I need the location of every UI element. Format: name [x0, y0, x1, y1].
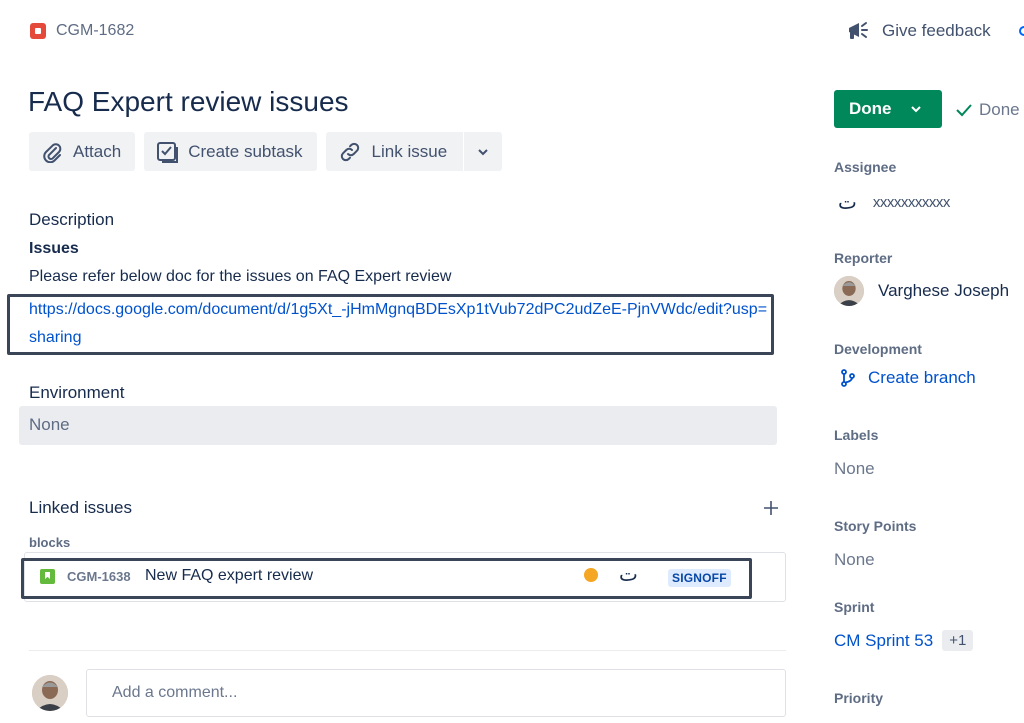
issue-toolbar: Attach Create subtask Link issue	[29, 132, 503, 171]
attach-button[interactable]: Attach	[29, 132, 136, 171]
create-branch-label: Create branch	[868, 368, 976, 387]
give-feedback-label: Give feedback	[882, 21, 991, 40]
plus-icon[interactable]	[763, 500, 779, 516]
link-issue-button-group: Link issue	[325, 132, 503, 171]
chevron-down-icon	[910, 106, 921, 113]
create-subtask-label: Create subtask	[188, 141, 303, 161]
sprint-field: CM Sprint 53 +1	[834, 630, 974, 651]
paperclip-icon	[43, 142, 62, 163]
description-heading[interactable]: Issues	[29, 240, 79, 258]
subtask-icon	[157, 141, 179, 163]
status-label: Done	[849, 99, 892, 118]
avatar: ت	[838, 190, 857, 214]
give-feedback-button[interactable]: Give feedback	[846, 20, 991, 42]
page-title[interactable]: FAQ Expert review issues	[28, 86, 349, 118]
check-icon	[956, 104, 972, 117]
divider	[29, 650, 786, 651]
bug-icon	[30, 23, 46, 39]
priority-label: Priority	[834, 690, 884, 706]
chevron-down-icon	[478, 148, 488, 155]
linked-issues-label: Linked issues	[29, 498, 133, 517]
assignee-field[interactable]: ت xxxxxxxxxxx	[838, 190, 950, 214]
story-points-field[interactable]: None	[834, 550, 875, 570]
avatar	[834, 276, 864, 306]
highlight-box	[21, 558, 752, 599]
description-link[interactable]: https://docs.google.com/document/d/1g5Xt…	[29, 296, 769, 352]
labels-field[interactable]: None	[834, 459, 875, 479]
more-actions-button[interactable]	[464, 132, 502, 171]
breadcrumb: CGM-1682	[30, 22, 134, 40]
link-icon	[340, 142, 359, 161]
sprint-label: Sprint	[834, 599, 875, 615]
link-issue-button[interactable]: Link issue	[338, 141, 464, 163]
megaphone-icon	[849, 22, 868, 39]
create-subtask-button[interactable]: Create subtask	[144, 132, 317, 171]
assignee-label: Assignee	[834, 159, 897, 175]
link-issue-label: Link issue	[371, 141, 448, 161]
link-relation-label: blocks	[29, 535, 71, 550]
sprint-more-badge[interactable]: +1	[942, 630, 974, 651]
environment-field[interactable]: None	[19, 406, 777, 445]
more-icon[interactable]	[1019, 26, 1024, 36]
environment-label: Environment	[29, 383, 125, 402]
reporter-name: Varghese Joseph	[878, 281, 1010, 300]
comment-input[interactable]: Add a comment...	[86, 669, 786, 717]
sprint-link[interactable]: CM Sprint 53	[834, 631, 933, 651]
resolution-label: Done	[979, 100, 1020, 119]
description-label: Description	[29, 210, 115, 229]
status-dropdown-button[interactable]: Done	[834, 90, 942, 128]
avatar	[32, 675, 68, 711]
create-branch-link[interactable]: Create branch	[840, 368, 976, 388]
assignee-name: xxxxxxxxxxx	[872, 193, 951, 211]
reporter-label: Reporter	[834, 250, 893, 266]
reporter-field[interactable]: Varghese Joseph	[834, 276, 1009, 306]
resolution: Done	[955, 100, 1020, 120]
attach-label: Attach	[73, 141, 122, 161]
story-points-label: Story Points	[834, 518, 917, 534]
development-label: Development	[834, 341, 922, 357]
issue-key[interactable]: CGM-1682	[56, 22, 134, 40]
description-text[interactable]: Please refer below doc for the issues on…	[29, 268, 451, 286]
branch-icon	[841, 369, 855, 387]
labels-label: Labels	[834, 427, 879, 443]
